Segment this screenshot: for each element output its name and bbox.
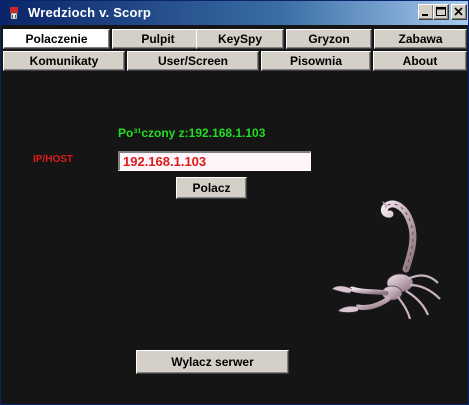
tab-gryzon[interactable]: Gryzon xyxy=(286,29,372,49)
tab-about[interactable]: About xyxy=(373,51,467,71)
maximize-icon xyxy=(436,7,446,16)
app-window: Wredzioch v. Scorp Polaczenie Pulpit Key… xyxy=(0,0,469,405)
scorpion-illustration xyxy=(326,181,446,321)
window-title: Wredzioch v. Scorp xyxy=(28,5,152,20)
connection-panel: Po³¹czony z:192.168.1.103 IP/HOST Polacz xyxy=(1,73,468,404)
tab-zabawa[interactable]: Zabawa xyxy=(374,29,467,49)
tab-pulpit[interactable]: Pulpit xyxy=(112,29,204,49)
tab-bar: Polaczenie Pulpit KeySpy Gryzon Zabawa K… xyxy=(1,26,468,72)
tab-pisownia[interactable]: Pisownia xyxy=(261,51,371,71)
scorpion-app-icon[interactable] xyxy=(6,5,22,21)
title-bar[interactable]: Wredzioch v. Scorp xyxy=(1,1,468,25)
maximize-button[interactable] xyxy=(433,4,449,20)
connection-status: Po³¹czony z:192.168.1.103 xyxy=(118,126,266,140)
disconnect-server-button[interactable]: Wylacz serwer xyxy=(136,350,289,374)
close-icon xyxy=(454,7,463,16)
connect-button[interactable]: Polacz xyxy=(176,177,247,199)
ip-host-input[interactable] xyxy=(118,151,311,171)
tab-user-screen[interactable]: User/Screen xyxy=(127,51,259,71)
tab-polaczenie[interactable]: Polaczenie xyxy=(3,29,110,49)
close-button[interactable] xyxy=(451,4,467,20)
tab-komunikaty[interactable]: Komunikaty xyxy=(3,51,125,71)
ip-host-label: IP/HOST xyxy=(33,154,74,165)
minimize-button[interactable] xyxy=(418,4,434,20)
tab-keyspy[interactable]: KeySpy xyxy=(196,29,284,49)
minimize-icon xyxy=(422,14,428,16)
